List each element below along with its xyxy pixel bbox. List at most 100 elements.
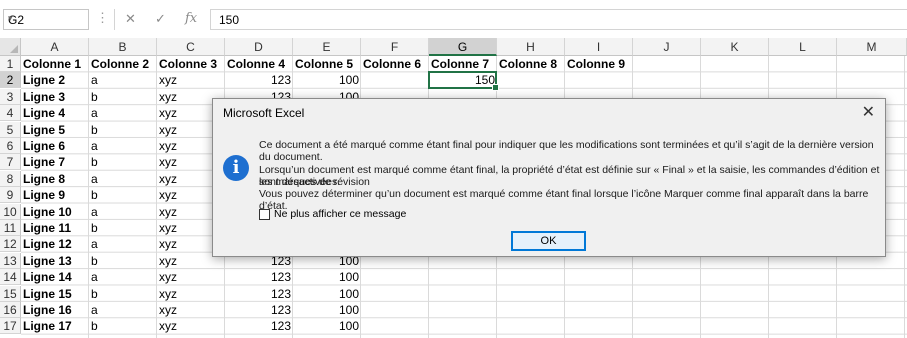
header-cell[interactable]: Colonne 4 — [225, 56, 293, 72]
header-cell[interactable]: Colonne 7 — [429, 56, 497, 72]
column-header-f[interactable]: F — [361, 38, 429, 56]
chevron-down-icon[interactable]: ▾ — [8, 13, 82, 24]
row-header-2[interactable]: 2 — [0, 72, 21, 89]
row-label-cell[interactable]: Ligne 8 — [21, 171, 89, 187]
table-cell[interactable]: 123 — [225, 269, 293, 285]
table-cell[interactable]: b — [89, 122, 157, 138]
close-icon[interactable]: ✕ — [862, 102, 875, 122]
table-cell[interactable]: b — [89, 89, 157, 105]
table-cell[interactable]: b — [89, 318, 157, 334]
table-cell[interactable]: a — [89, 302, 157, 318]
row-header-8[interactable]: 8 — [0, 170, 21, 187]
column-header-c[interactable]: C — [157, 38, 225, 56]
table-cell[interactable]: b — [89, 154, 157, 170]
row-header-12[interactable]: 12 — [0, 236, 21, 253]
enter-icon[interactable]: ✓ — [155, 11, 166, 27]
row-label-cell[interactable]: Ligne 3 — [21, 89, 89, 105]
row-label-cell[interactable]: Ligne 17 — [21, 318, 89, 334]
table-cell[interactable]: 100 — [293, 318, 361, 334]
table-cell[interactable]: a — [89, 72, 157, 88]
row-header-9[interactable]: 9 — [0, 187, 21, 204]
table-cell[interactable]: b — [89, 253, 157, 269]
column-header-g[interactable]: G — [429, 38, 497, 56]
dialog-message-line-3: sont désactivées. — [259, 176, 341, 188]
table-cell[interactable]: xyz — [157, 72, 225, 88]
table-cell[interactable]: b — [89, 187, 157, 203]
column-header-b[interactable]: B — [89, 38, 157, 56]
row-header-4[interactable]: 4 — [0, 105, 21, 122]
row-header-1[interactable]: 1 — [0, 56, 21, 72]
header-cell[interactable]: Colonne 5 — [293, 56, 361, 72]
row-header-14[interactable]: 14 — [0, 269, 21, 286]
header-cell[interactable]: Colonne 8 — [497, 56, 565, 72]
header-cell[interactable]: Colonne 3 — [157, 56, 225, 72]
column-header-i[interactable]: I — [565, 38, 633, 56]
row-label-cell[interactable]: Ligne 14 — [21, 269, 89, 285]
row-label-cell[interactable]: Ligne 13 — [21, 253, 89, 269]
column-header-k[interactable]: K — [701, 38, 769, 56]
table-cell[interactable]: 123 — [225, 286, 293, 302]
more-options-icon[interactable]: ⋮ — [96, 10, 109, 26]
row-label-cell[interactable]: Ligne 16 — [21, 302, 89, 318]
table-cell[interactable]: 100 — [293, 269, 361, 285]
row-header-7[interactable]: 7 — [0, 154, 21, 171]
row-label-cell[interactable]: Ligne 2 — [21, 72, 89, 88]
header-cell[interactable]: Colonne 6 — [361, 56, 429, 72]
cancel-icon[interactable]: ✕ — [125, 11, 136, 27]
row-header-17[interactable]: 17 — [0, 318, 21, 335]
dont-show-checkbox[interactable] — [259, 209, 270, 220]
row-label-cell[interactable]: Ligne 12 — [21, 236, 89, 252]
table-cell[interactable]: a — [89, 204, 157, 220]
name-box[interactable]: G2 ▾ — [3, 9, 89, 30]
column-header-h[interactable]: H — [497, 38, 565, 56]
table-cell[interactable]: a — [89, 105, 157, 121]
table-cell[interactable]: 100 — [293, 286, 361, 302]
formula-input[interactable]: 150 — [210, 9, 907, 30]
active-cell-indicator[interactable] — [428, 71, 499, 92]
select-all-button[interactable] — [0, 38, 21, 56]
table-cell[interactable]: a — [89, 269, 157, 285]
row-header-11[interactable]: 11 — [0, 220, 21, 236]
table-cell[interactable]: b — [89, 220, 157, 236]
row-label-cell[interactable]: Ligne 10 — [21, 204, 89, 220]
table-cell[interactable]: xyz — [157, 302, 225, 318]
row-header-16[interactable]: 16 — [0, 302, 21, 318]
column-header-m[interactable]: M — [837, 38, 907, 56]
row-header-13[interactable]: 13 — [0, 252, 21, 269]
insert-function-icon[interactable]: fx — [185, 11, 197, 26]
column-header-d[interactable]: D — [225, 38, 293, 56]
table-cell[interactable]: b — [89, 286, 157, 302]
row-header-10[interactable]: 10 — [0, 203, 21, 220]
table-cell[interactable]: 100 — [293, 302, 361, 318]
table-cell[interactable]: 123 — [225, 302, 293, 318]
table-cell[interactable]: a — [89, 171, 157, 187]
ok-button[interactable]: OK — [511, 231, 586, 251]
table-cell[interactable]: xyz — [157, 269, 225, 285]
header-cell[interactable]: Colonne 9 — [565, 56, 633, 72]
table-cell[interactable]: xyz — [157, 286, 225, 302]
table-cell[interactable]: 100 — [293, 72, 361, 88]
row-label-cell[interactable]: Ligne 15 — [21, 286, 89, 302]
table-cell[interactable]: a — [89, 138, 157, 154]
header-cell[interactable]: Colonne 2 — [89, 56, 157, 72]
row-label-cell[interactable]: Ligne 5 — [21, 122, 89, 138]
column-header-e[interactable]: E — [293, 38, 361, 56]
table-cell[interactable]: 123 — [225, 72, 293, 88]
column-header-l[interactable]: L — [769, 38, 837, 56]
header-cell[interactable]: Colonne 1 — [21, 56, 89, 72]
row-label-cell[interactable]: Ligne 11 — [21, 220, 89, 236]
row-header-5[interactable]: 5 — [0, 121, 21, 138]
table-cell[interactable]: 123 — [225, 318, 293, 334]
row-label-cell[interactable]: Ligne 7 — [21, 154, 89, 170]
row-header-6[interactable]: 6 — [0, 138, 21, 154]
row-header-15[interactable]: 15 — [0, 285, 21, 302]
row-label-cell[interactable]: Ligne 9 — [21, 187, 89, 203]
row-label-cell[interactable]: Ligne 6 — [21, 138, 89, 154]
row-label-cell[interactable]: Ligne 4 — [21, 105, 89, 121]
column-header-a[interactable]: A — [21, 38, 89, 56]
row-header-3[interactable]: 3 — [0, 88, 21, 105]
column-header-j[interactable]: J — [633, 38, 701, 56]
table-cell[interactable]: a — [89, 236, 157, 252]
dont-show-label[interactable]: Ne plus afficher ce message — [274, 208, 406, 220]
table-cell[interactable]: xyz — [157, 318, 225, 334]
